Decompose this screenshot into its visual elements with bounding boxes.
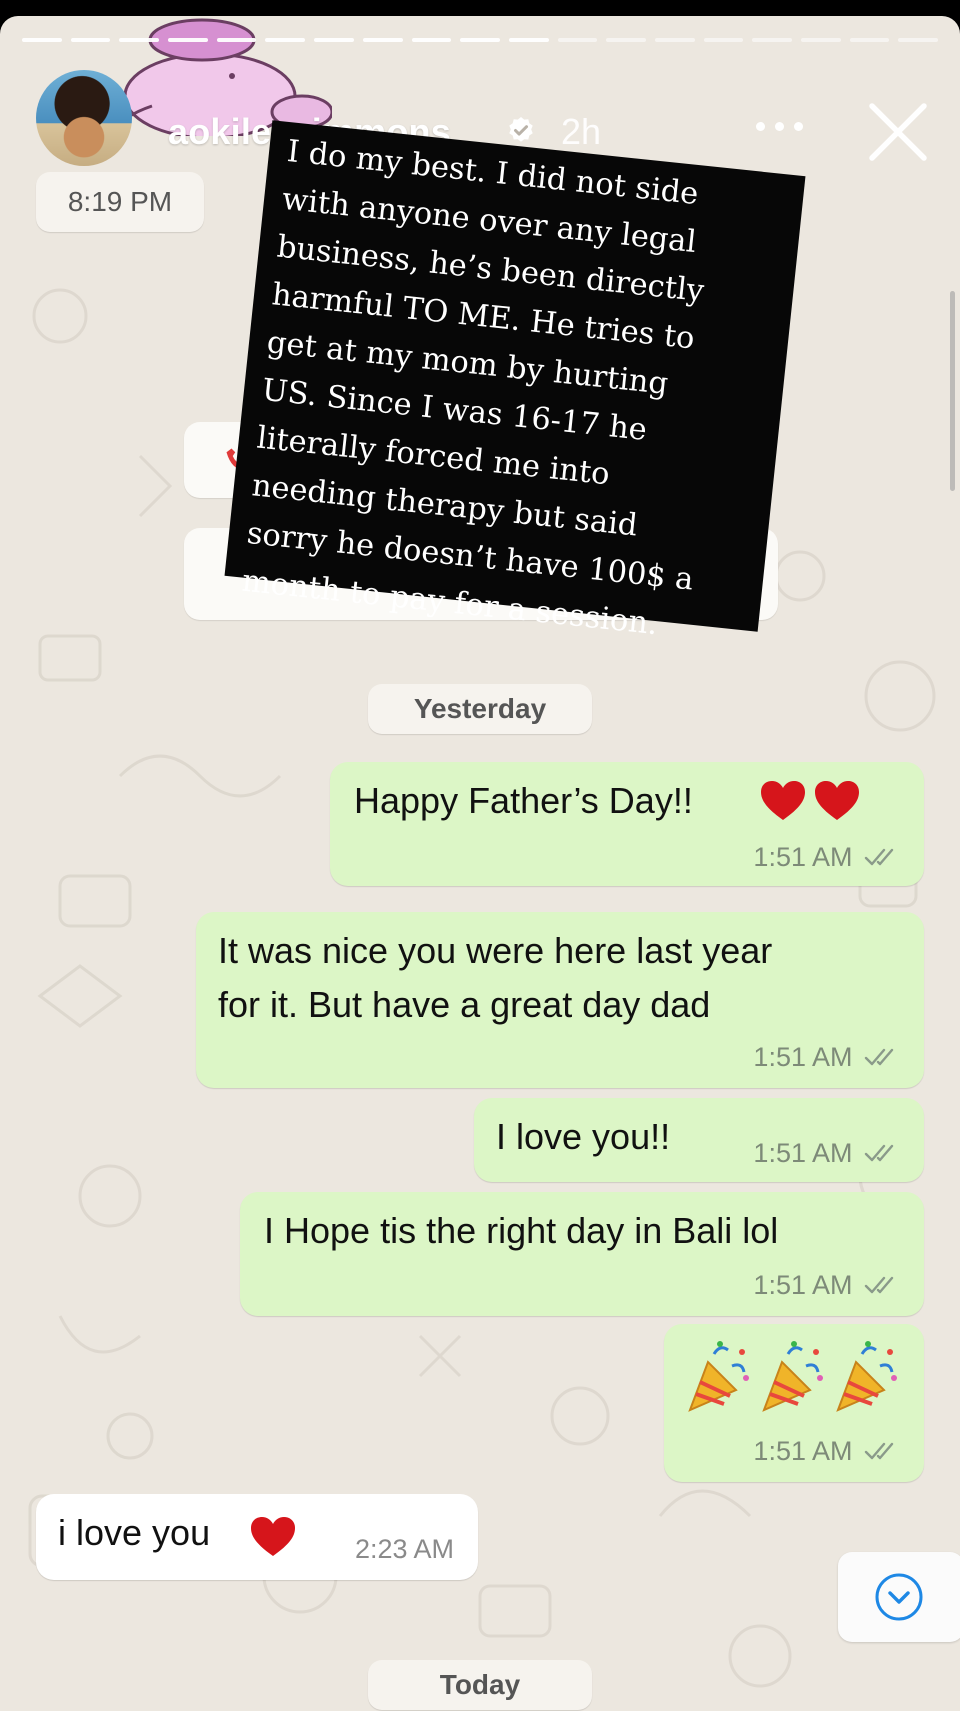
read-ticks-icon — [864, 1144, 894, 1162]
date-divider-today: Today — [368, 1660, 592, 1710]
close-icon[interactable] — [866, 100, 930, 164]
party-popper-emoji-row — [688, 1341, 897, 1412]
message-text-line: It was nice you were here last year — [218, 930, 773, 971]
time-label: 8:19 PM — [36, 172, 204, 232]
message-meta: 1:51 AM — [753, 842, 900, 873]
message-bubble[interactable]: It was nice you were here last year for … — [196, 912, 924, 1088]
story-progress-segment — [654, 38, 695, 42]
message-bubble[interactable]: Happy Father’s Day!! 1:51 AM — [330, 762, 924, 886]
story-progress-segment — [411, 38, 452, 42]
story-progress-segment — [703, 38, 744, 42]
story-progress-segment — [849, 38, 890, 42]
overlay-text: I do my best. I did not side with anyone… — [240, 134, 706, 643]
story-progress-segment — [508, 38, 549, 42]
message-text-line: for it. But have a great day dad — [218, 984, 711, 1025]
message-time: 1:51 AM — [753, 842, 853, 872]
story-progress-segment — [460, 38, 500, 42]
more-dot — [775, 122, 784, 131]
message-bubble[interactable]: 1:51 AM — [664, 1324, 924, 1482]
read-ticks-icon — [864, 1048, 894, 1066]
heart-emoji-pair — [760, 780, 860, 822]
more-dots-icon — [756, 122, 765, 131]
time-label-text: 8:19 PM — [67, 186, 173, 217]
date-divider-text: Yesterday — [413, 693, 547, 724]
message-time: 1:51 AM — [753, 1270, 853, 1300]
message-bubble[interactable]: I Hope tis the right day in Bali lol 1:5… — [240, 1192, 924, 1316]
message-text: i love you — [58, 1512, 211, 1553]
message-text: Happy Father’s Day!! — [354, 780, 693, 821]
story-progress-segment — [22, 38, 62, 42]
read-ticks-icon — [864, 848, 894, 866]
story-progress-segment — [70, 38, 111, 42]
incoming-message-bubble[interactable]: i love you 2:23 AM — [36, 1494, 478, 1580]
message-text: I love you!! — [496, 1116, 671, 1157]
message-bubble[interactable]: I love you!! 1:51 AM — [474, 1098, 924, 1182]
story-progress-segment — [606, 38, 646, 42]
scroll-to-bottom-button[interactable] — [838, 1552, 960, 1642]
story-progress-segment — [216, 38, 257, 42]
heart-emoji — [761, 781, 805, 820]
story-screen[interactable]: aokileesimmons 2h 8:19 PM Yesterday Happ… — [0, 16, 960, 1711]
heart-emoji — [815, 781, 860, 820]
story-time-ago: 2h — [561, 111, 602, 152]
message-time: 1:51 AM — [753, 1138, 853, 1168]
read-ticks-icon — [864, 1276, 894, 1294]
story-progress-bar — [22, 38, 939, 43]
message-time: 1:51 AM — [753, 1042, 853, 1072]
message-meta: 1:51 AM — [753, 1436, 900, 1467]
story-progress-segment — [362, 38, 403, 42]
date-divider-text: Today — [439, 1669, 521, 1700]
message-meta: 1:51 AM — [753, 1270, 900, 1301]
story-progress-segment — [898, 38, 939, 42]
verified-badge-icon — [509, 117, 533, 142]
heart-emoji — [251, 1517, 295, 1556]
message-meta: 2:23 AM — [355, 1534, 454, 1565]
story-progress-segment — [265, 38, 306, 42]
story-progress-segment — [801, 38, 841, 42]
story-progress-segment — [168, 38, 208, 42]
message-meta: 1:51 AM — [753, 1042, 900, 1073]
overlay-text-card: I do my best. I did not side with anyone… — [224, 120, 806, 642]
message-text: I Hope tis the right day in Bali lol — [264, 1210, 779, 1251]
message-time: 2:23 AM — [354, 1534, 454, 1564]
scrollbar[interactable] — [950, 291, 955, 491]
story-progress-segment — [314, 38, 354, 42]
story-progress-segment — [752, 38, 792, 42]
message-meta: 1:51 AM — [753, 1138, 900, 1169]
read-ticks-icon — [864, 1442, 894, 1460]
message-time: 1:51 AM — [753, 1436, 853, 1466]
avatar[interactable] — [36, 70, 132, 166]
chevron-down-icon — [875, 1573, 923, 1621]
more-options-button[interactable] — [752, 112, 808, 142]
date-divider-yesterday: Yesterday — [368, 684, 592, 734]
more-dot — [794, 122, 803, 131]
story-progress-segment — [557, 38, 598, 42]
story-progress-segment — [119, 38, 160, 42]
